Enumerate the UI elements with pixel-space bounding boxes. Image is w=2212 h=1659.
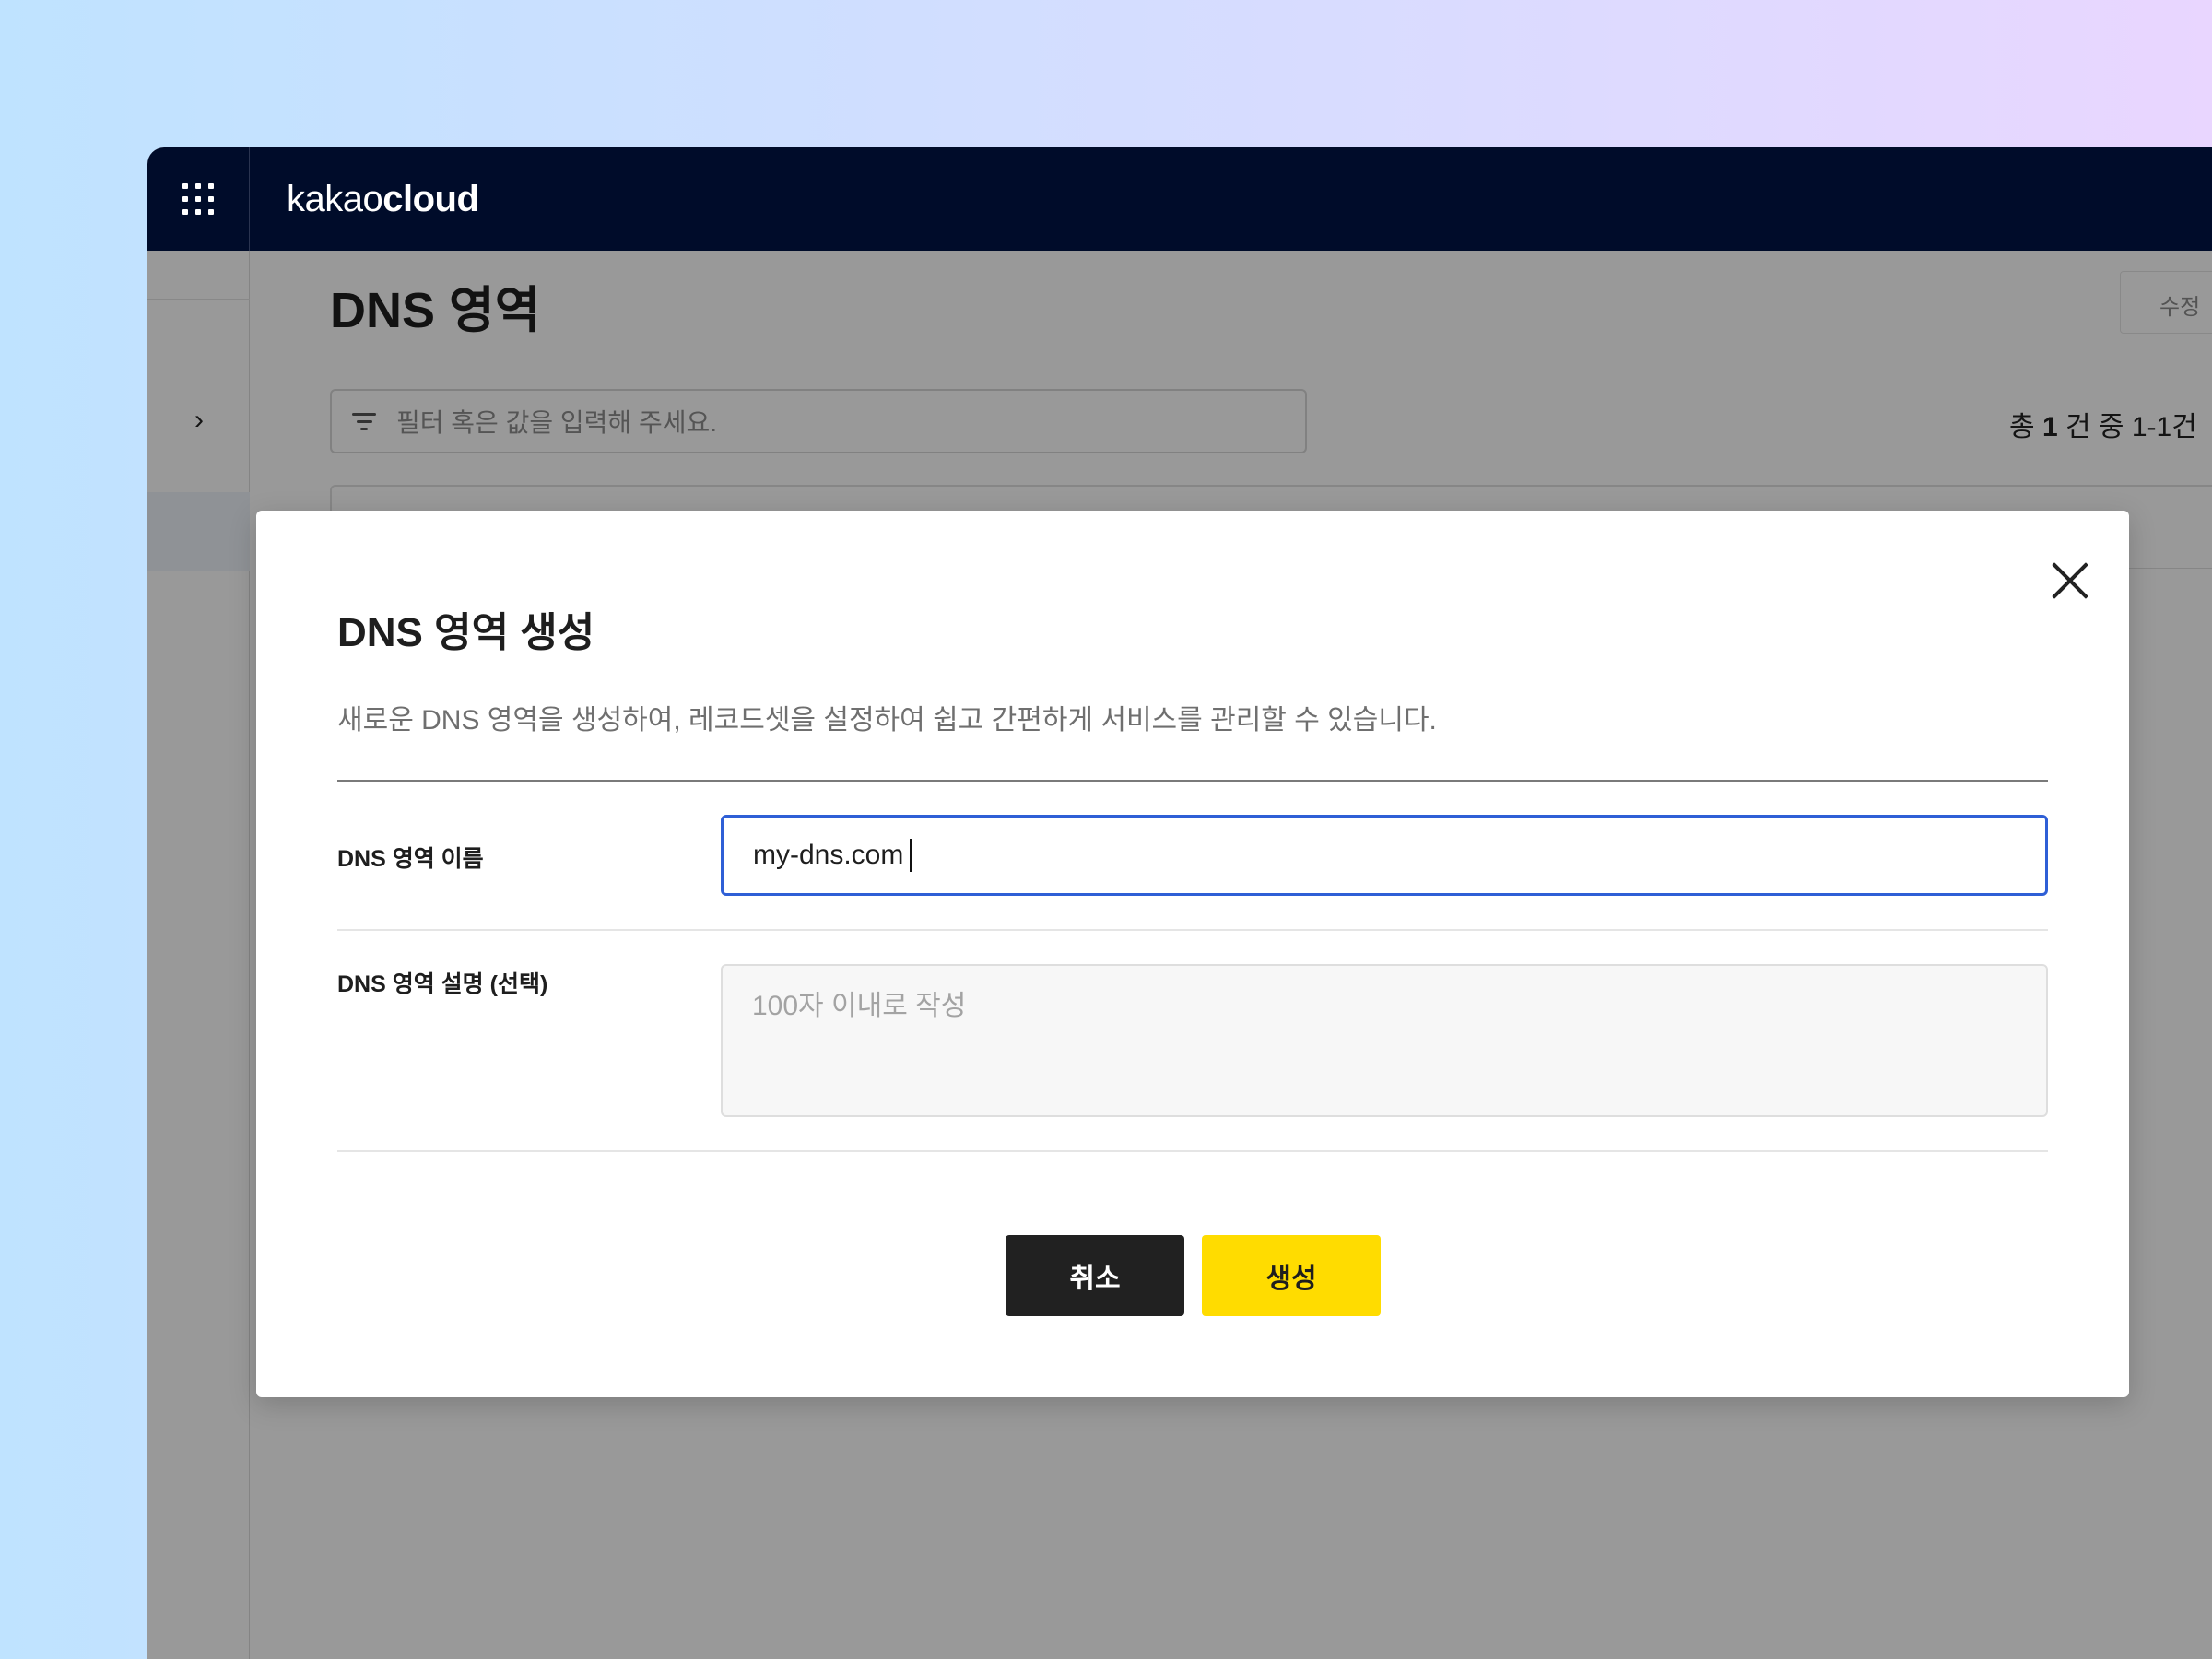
- dns-zone-name-label: DNS 영역 이름: [337, 846, 484, 872]
- dns-zone-description-textarea[interactable]: [721, 964, 2048, 1117]
- dns-zone-name-input[interactable]: [721, 815, 2048, 896]
- top-navigation-bar: kakaocloud: [147, 147, 2212, 251]
- grid-menu-icon: [182, 183, 214, 215]
- create-button[interactable]: 생성: [1202, 1235, 1381, 1316]
- cancel-button[interactable]: 취소: [1006, 1235, 1184, 1316]
- dialog-header-divider: [337, 780, 2048, 782]
- dialog-title: DNS 영역 생성: [337, 610, 595, 655]
- field-divider: [337, 929, 2048, 931]
- app-menu-button[interactable]: [147, 147, 250, 251]
- brand-logo-bold: cloud: [382, 178, 479, 219]
- form-bottom-divider: [337, 1150, 2048, 1152]
- close-icon[interactable]: [2044, 555, 2096, 606]
- dialog-description: 새로운 DNS 영역을 생성하여, 레코드셋을 설정하여 쉽고 간편하게 서비스…: [337, 705, 1437, 735]
- brand-logo-light: kakao: [287, 178, 383, 219]
- dns-zone-description-label: DNS 영역 설명 (선택): [337, 971, 548, 997]
- text-caret: [910, 839, 912, 872]
- brand-logo[interactable]: kakaocloud: [287, 178, 479, 220]
- create-dns-zone-dialog: DNS 영역 생성 새로운 DNS 영역을 생성하여, 레코드셋을 설정하여 쉽…: [256, 511, 2129, 1397]
